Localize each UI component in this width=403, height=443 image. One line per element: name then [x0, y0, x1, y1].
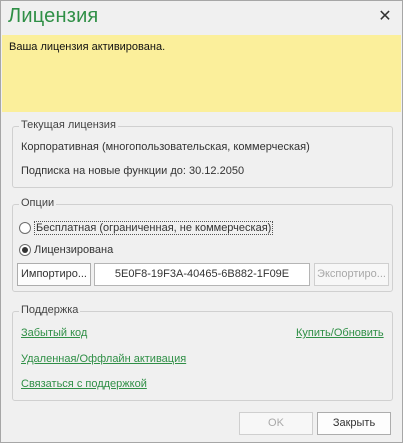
- subscription-text: Подписка на новые функции до: 30.12.2050: [21, 165, 245, 177]
- license-dialog: Лицензия ✕ Ваша лицензия активирована. Т…: [0, 0, 403, 443]
- radio-free-button[interactable]: [19, 222, 31, 234]
- title-bar: Лицензия ✕: [1, 1, 402, 35]
- dialog-title: Лицензия: [8, 5, 99, 27]
- radio-licensed-label[interactable]: Лицензирована: [34, 244, 113, 256]
- support-group: Поддержка Забытый код Купить/Обновить Уд…: [12, 304, 393, 401]
- forgot-key-link[interactable]: Забытый код: [21, 327, 87, 339]
- options-group: Опции Бесплатная (ограниченная, не комме…: [12, 197, 393, 292]
- license-type-text: Корпоративная (многопользовательская, ко…: [21, 141, 310, 153]
- export-button[interactable]: Экспортиро...: [314, 263, 389, 286]
- radio-licensed-option[interactable]: Лицензирована: [19, 244, 113, 256]
- ok-button[interactable]: OK: [239, 412, 313, 435]
- import-button[interactable]: Импортиро...: [17, 263, 91, 286]
- close-button[interactable]: Закрыть: [317, 412, 391, 435]
- options-legend: Опции: [19, 197, 57, 209]
- status-message: Ваша лицензия активирована.: [9, 41, 166, 53]
- radio-free-option[interactable]: Бесплатная (ограниченная, не коммерческа…: [19, 221, 274, 235]
- buy-update-link[interactable]: Купить/Обновить: [296, 327, 384, 339]
- license-key-field[interactable]: 5E0F8-19F3A-40465-6B882-1F09E: [94, 263, 310, 286]
- close-icon[interactable]: ✕: [374, 7, 396, 27]
- current-license-group: Текущая лицензия Корпоративная (многопол…: [12, 119, 393, 188]
- status-banner: Ваша лицензия активирована.: [2, 35, 401, 112]
- radio-licensed-button[interactable]: [19, 244, 31, 256]
- contact-support-link[interactable]: Связаться с поддержкой: [21, 378, 147, 390]
- radio-free-label[interactable]: Бесплатная (ограниченная, не коммерческа…: [34, 221, 274, 235]
- current-license-legend: Текущая лицензия: [19, 119, 118, 131]
- offline-activation-link[interactable]: Удаленная/Оффлайн активация: [21, 353, 186, 365]
- support-legend: Поддержка: [19, 304, 81, 316]
